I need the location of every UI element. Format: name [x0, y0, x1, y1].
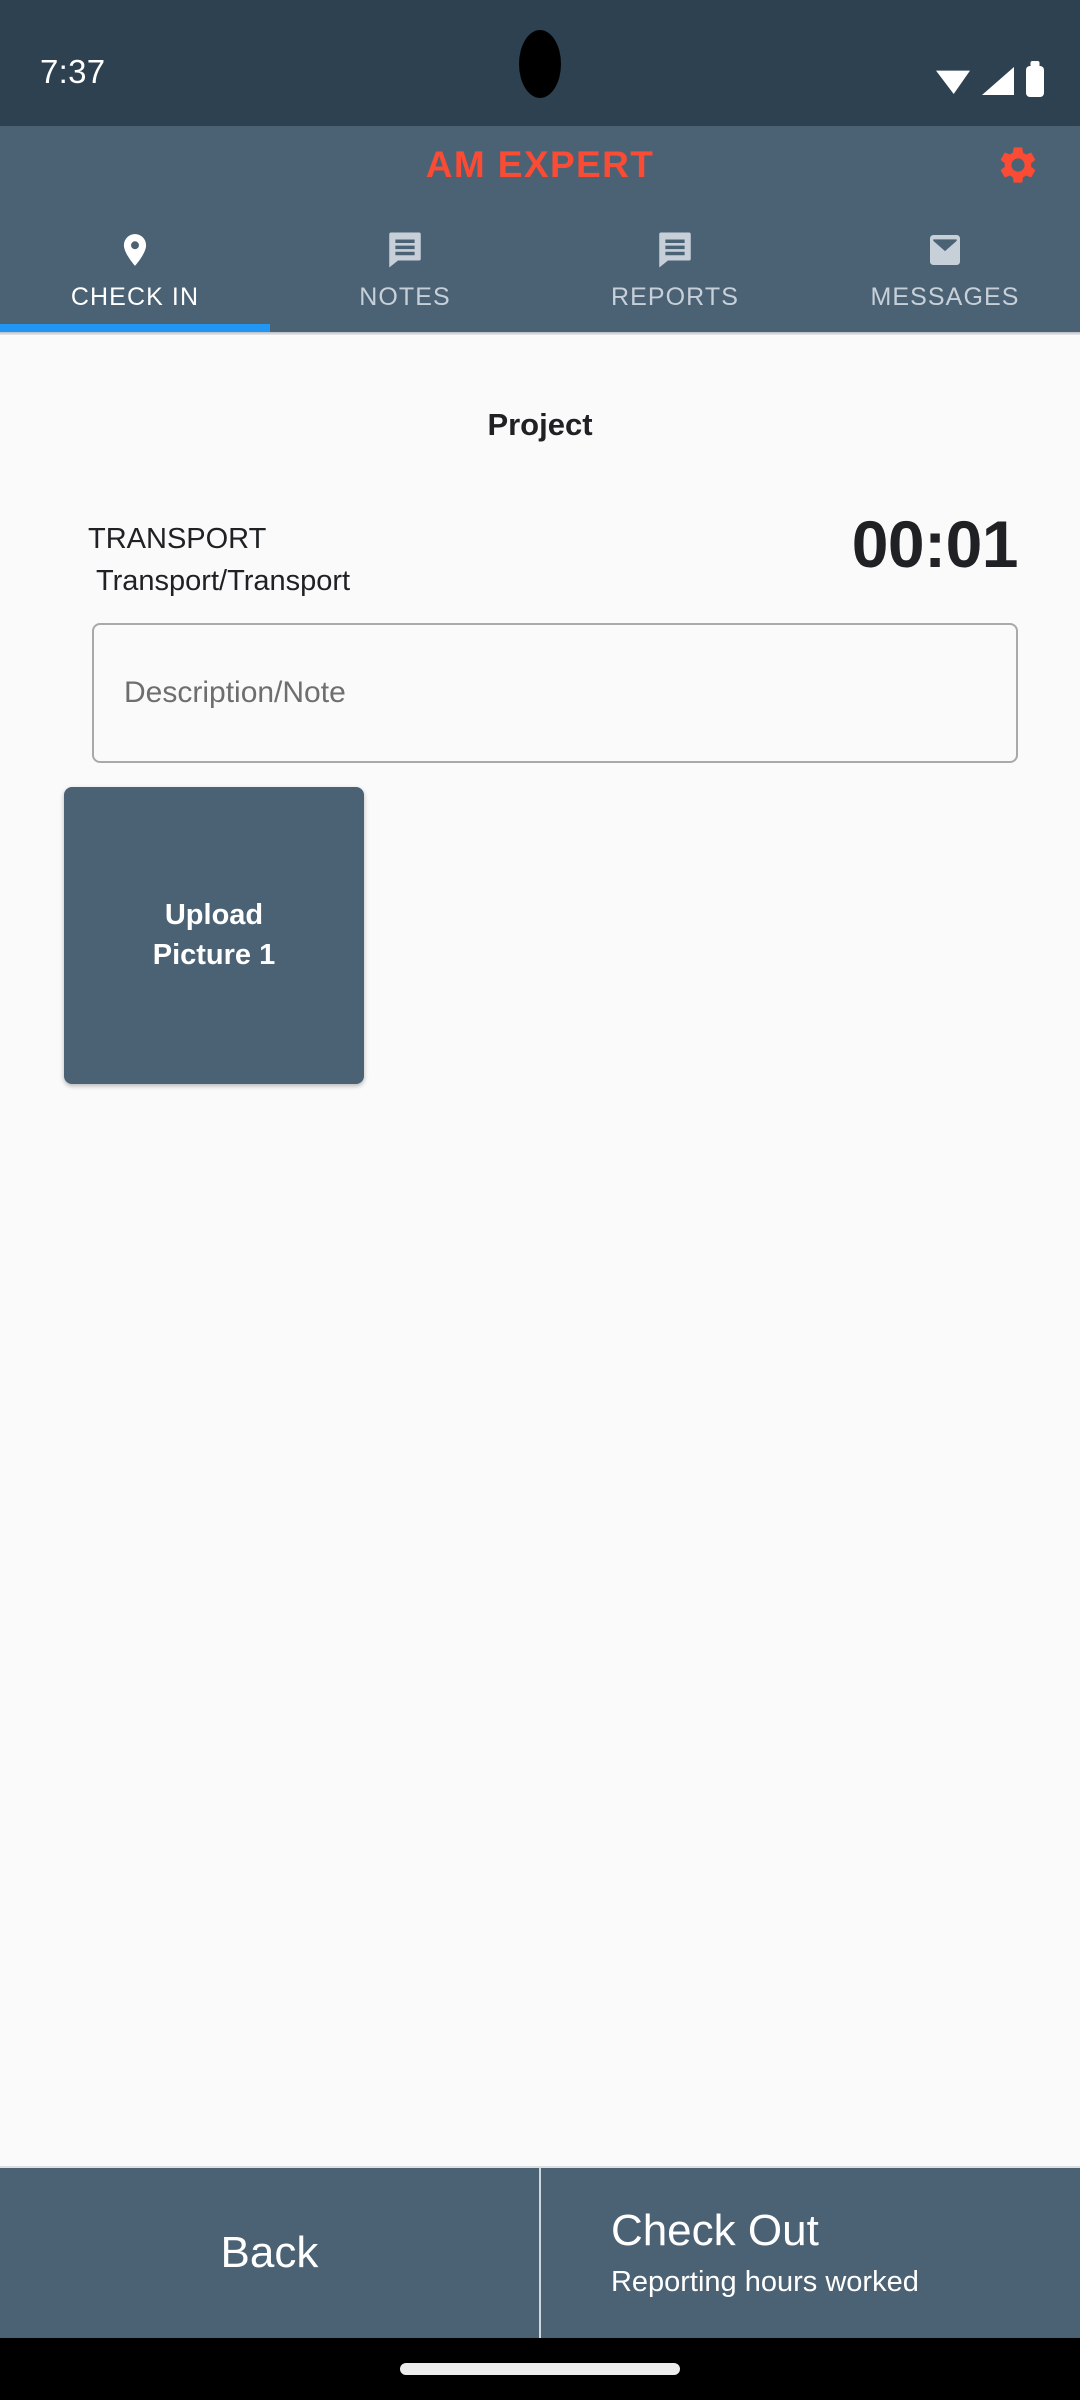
tab-check-in[interactable]: CHECK IN: [0, 204, 270, 332]
phone-screen: 7:37 AM EXPERT CHECK IN NOTES REPORTS ME…: [0, 0, 1080, 2400]
status-bar-clock: 7:37: [40, 53, 106, 90]
description-note-input[interactable]: Description/Note: [92, 623, 1018, 763]
page-title: Project: [487, 407, 593, 442]
tab-label: NOTES: [359, 282, 451, 311]
back-button-label: Back: [220, 2227, 319, 2277]
tab-messages[interactable]: MESSAGES: [810, 204, 1080, 332]
camera-cutout: [519, 30, 561, 98]
system-navigation-bar: [0, 2338, 1080, 2400]
location-pin-icon: [116, 229, 154, 271]
main-tab-bar: CHECK IN NOTES REPORTS MESSAGES: [0, 204, 1080, 332]
settings-button[interactable]: [978, 130, 1058, 200]
wifi-icon: [936, 70, 970, 94]
task-name-block: TRANSPORT Transport/Transport: [88, 519, 350, 596]
tab-reports[interactable]: REPORTS: [540, 204, 810, 332]
back-button[interactable]: Back: [0, 2168, 539, 2338]
tab-label: REPORTS: [610, 282, 740, 311]
check-out-button-subtitle: Reporting hours worked: [610, 2266, 919, 2299]
cellular-signal-icon: [982, 67, 1014, 95]
gear-icon: [996, 143, 1040, 187]
report-bubble-icon: [654, 229, 696, 271]
gesture-home-handle[interactable]: [400, 2363, 680, 2375]
active-tab-indicator: [0, 324, 270, 332]
battery-icon: [1026, 65, 1044, 97]
system-status-bar: 7:37: [0, 0, 1080, 126]
task-summary-row: TRANSPORT Transport/Transport 00:01: [0, 511, 1080, 596]
tab-notes[interactable]: NOTES: [270, 204, 540, 332]
check-in-content: Project TRANSPORT Transport/Transport 00…: [0, 335, 1080, 2166]
tab-label: CHECK IN: [70, 282, 200, 311]
check-out-button-label: Check Out: [610, 2205, 819, 2255]
upload-picture-1-button[interactable]: Upload Picture 1: [64, 787, 364, 1084]
app-bar: AM EXPERT: [0, 126, 1080, 204]
description-note-placeholder: Description/Note: [124, 676, 346, 709]
task-code: TRANSPORT: [88, 523, 267, 555]
upload-picture-1-label: Upload Picture 1: [152, 899, 276, 971]
envelope-icon: [925, 229, 965, 271]
tab-label: MESSAGES: [870, 282, 1020, 311]
task-path: Transport/Transport: [96, 565, 351, 597]
bottom-action-bar: Back Check Out Reporting hours worked: [0, 2166, 1080, 2338]
note-bubble-icon: [384, 229, 426, 271]
app-title: AM EXPERT: [425, 144, 655, 185]
check-out-button[interactable]: Check Out Reporting hours worked: [541, 2168, 1080, 2338]
elapsed-timer: 00:01: [851, 507, 1019, 581]
